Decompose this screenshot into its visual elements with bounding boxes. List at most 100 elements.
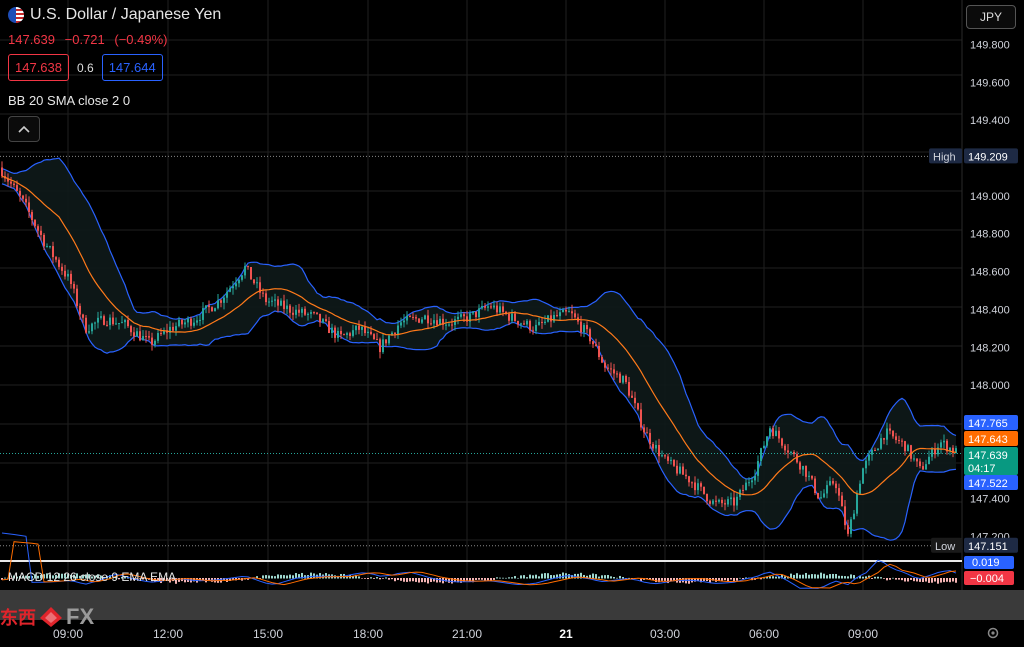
candle-body	[340, 330, 342, 335]
candle-body	[310, 312, 312, 314]
candle-body	[538, 321, 540, 325]
collapse-legend-button[interactable]	[8, 116, 40, 142]
macd-legend[interactable]: MACD 12 26 close 9 EMA EMA	[8, 570, 176, 584]
candle-body	[61, 266, 63, 271]
price-tick-label: 148.800	[970, 229, 1010, 241]
macd-histogram-bar	[496, 577, 498, 579]
candle-body	[397, 325, 399, 334]
time-axis-label: 12:00	[153, 627, 183, 641]
macd-histogram-bar	[601, 575, 603, 579]
candle-body	[406, 315, 408, 321]
macd-histogram-bar	[388, 578, 390, 580]
macd-histogram-bar	[577, 573, 579, 579]
symbol-header: U.S. Dollar / Japanese Yen	[8, 6, 221, 24]
macd-histogram-bar	[865, 576, 867, 579]
sell-button[interactable]: 147.638	[8, 54, 69, 81]
macd-histogram-bar	[826, 575, 828, 579]
candle-body	[601, 357, 603, 363]
candle-body	[433, 320, 435, 324]
low-tag-label: Low	[935, 541, 955, 553]
candle-body	[139, 331, 141, 341]
candle-body	[196, 320, 198, 323]
macd-histogram-bar	[799, 574, 801, 579]
candle-body	[496, 305, 498, 313]
macd-histogram-bar	[370, 577, 372, 579]
candle-body	[160, 333, 162, 335]
macd-histogram-bar	[544, 573, 546, 579]
candle-body	[307, 313, 309, 315]
candle-body	[46, 246, 48, 248]
candle-body	[823, 493, 825, 498]
candle-body	[769, 428, 771, 437]
candle-body	[775, 430, 777, 436]
buy-button[interactable]: 147.644	[101, 54, 163, 81]
candle-body	[508, 313, 510, 321]
indicator-legend[interactable]: BB 20 SMA close 2 0	[8, 93, 130, 108]
candle-body	[604, 362, 606, 368]
price-chart[interactable]: 149.800 149.600 149.400 149.000 148.800 148.6…	[0, 0, 1024, 647]
macd-value-1: 0.019	[972, 557, 1000, 569]
candle-body	[907, 445, 909, 452]
candle-body	[841, 495, 843, 507]
high-value-tag: 149.209	[968, 151, 1008, 163]
candle-body	[370, 331, 372, 335]
candle-body	[178, 319, 180, 327]
candle-body	[481, 306, 483, 309]
candle-body	[88, 331, 90, 333]
candle-body	[913, 458, 915, 460]
macd-histogram-bar	[895, 578, 897, 580]
time-axis-label: 21:00	[452, 627, 482, 641]
macd-histogram-bar	[739, 577, 741, 579]
candle-body	[349, 333, 351, 336]
candle-body	[880, 438, 882, 449]
candle-body	[544, 321, 546, 323]
gear-icon[interactable]	[986, 626, 1000, 640]
macd-histogram-bar	[844, 576, 846, 579]
macd-histogram-bar	[592, 573, 594, 579]
candle-body	[229, 288, 231, 292]
candle-body	[649, 432, 651, 444]
candle-body	[13, 183, 15, 186]
macd-histogram-bar	[724, 578, 726, 581]
candle-body	[274, 299, 276, 301]
macd-histogram-bar	[421, 578, 423, 583]
candle-body	[175, 326, 177, 331]
macd-histogram-bar	[850, 574, 852, 579]
candle-body	[301, 308, 303, 313]
candle-body	[403, 320, 405, 323]
macd-histogram-bar	[955, 578, 957, 583]
time-axis-label: 06:00	[749, 627, 779, 641]
candle-body	[58, 259, 60, 267]
bar-countdown: 04:17	[968, 463, 996, 475]
macd-histogram-bar	[400, 578, 402, 581]
candle-body	[94, 322, 96, 324]
candle-body	[253, 279, 255, 284]
candle-body	[895, 436, 897, 441]
currency-selector[interactable]: JPY	[966, 5, 1016, 29]
macd-histogram-bar	[427, 578, 429, 584]
candle-body	[778, 430, 780, 439]
candle-body	[313, 312, 315, 314]
candle-body	[19, 190, 21, 196]
macd-histogram-bar	[604, 575, 606, 579]
candle-body	[148, 336, 150, 338]
candle-body	[487, 306, 489, 308]
candle-body	[319, 313, 321, 323]
candle-body	[10, 181, 12, 184]
candle-body	[28, 202, 30, 213]
macd-histogram-bar	[823, 573, 825, 579]
candle-body	[223, 297, 225, 303]
candle-body	[151, 337, 153, 345]
macd-histogram-bar	[721, 578, 723, 581]
candle-body	[43, 234, 45, 247]
candle-body	[22, 195, 24, 199]
logo-chinese-text: 东西	[0, 608, 36, 628]
candle-body	[889, 428, 891, 431]
macd-histogram-bar	[409, 578, 411, 582]
macd-histogram-bar	[271, 575, 273, 579]
candle-body	[532, 330, 534, 332]
candle-body	[91, 323, 93, 332]
candle-body	[652, 443, 654, 449]
candle-body	[523, 323, 525, 325]
candle-body	[331, 327, 333, 334]
